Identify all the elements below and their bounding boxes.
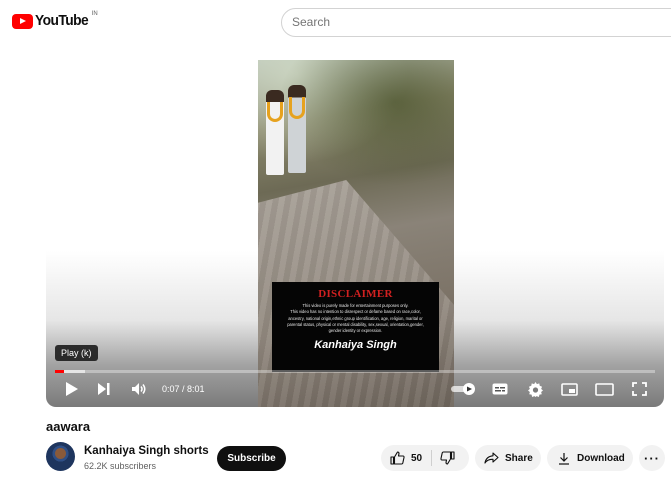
- share-button[interactable]: Share: [475, 445, 541, 471]
- like-button[interactable]: 50: [381, 445, 422, 471]
- youtube-play-icon: [12, 14, 33, 29]
- video-frame[interactable]: DISCLAIMER This video is purely made for…: [258, 60, 454, 407]
- share-icon: [484, 452, 499, 464]
- disclaimer-box: DISCLAIMER This video is purely made for…: [272, 282, 439, 372]
- more-icon: ···: [644, 450, 660, 466]
- miniplayer-icon: [560, 382, 578, 396]
- next-button[interactable]: [94, 378, 114, 400]
- channel-name[interactable]: Kanhaiya Singh shorts: [84, 445, 209, 457]
- disclaimer-line: This video has no intention to disrespec…: [290, 309, 421, 315]
- disclaimer-line: ancestry, national origin,ethnic group i…: [288, 315, 423, 321]
- autoplay-toggle-icon: [451, 383, 475, 395]
- disclaimer-line: gender identity or expression.: [328, 328, 383, 334]
- more-actions-button[interactable]: ···: [639, 445, 665, 471]
- captions-button[interactable]: [489, 378, 511, 400]
- subscriber-count: 62.2K subscribers: [84, 461, 157, 471]
- logo-text: YouTube: [35, 12, 89, 29]
- share-label: Share: [505, 452, 533, 464]
- search-input[interactable]: [292, 15, 652, 29]
- like-dislike-group: 50: [381, 445, 469, 471]
- video-title: aawara: [46, 419, 91, 434]
- captions-icon: [492, 383, 508, 395]
- search-box[interactable]: [281, 8, 671, 37]
- like-count: 50: [411, 452, 423, 464]
- progress-played: [55, 370, 64, 373]
- theater-button[interactable]: [592, 378, 616, 400]
- disclaimer-title: DISCLAIMER: [318, 288, 393, 300]
- next-icon: [98, 383, 110, 395]
- download-label: Download: [577, 452, 625, 464]
- volume-icon: [132, 383, 146, 395]
- play-icon: [66, 382, 78, 396]
- video-player[interactable]: DISCLAIMER This video is purely made for…: [46, 60, 664, 407]
- channel-avatar[interactable]: [46, 442, 75, 471]
- play-button[interactable]: [62, 378, 82, 400]
- fullscreen-button[interactable]: [628, 378, 650, 400]
- fullscreen-icon: [631, 382, 647, 396]
- country-code: IN: [91, 11, 98, 17]
- youtube-logo[interactable]: YouTube IN: [12, 11, 98, 29]
- play-tooltip: Play (k): [55, 345, 98, 361]
- theater-icon: [594, 382, 614, 396]
- disclaimer-signature: Kanhaiya Singh: [314, 339, 397, 352]
- miniplayer-button[interactable]: [558, 378, 580, 400]
- progress-bar[interactable]: [55, 370, 655, 373]
- download-button[interactable]: Download: [547, 445, 633, 471]
- time-display: 0:07 / 8:01: [162, 384, 205, 394]
- gear-icon: [527, 381, 543, 397]
- subscribe-button[interactable]: Subscribe: [217, 446, 286, 471]
- download-icon: [559, 452, 569, 465]
- dislike-button[interactable]: [432, 445, 455, 471]
- thumbs-up-icon: [390, 451, 405, 465]
- video-garland: [289, 97, 305, 119]
- volume-button[interactable]: [128, 378, 150, 400]
- thumbs-down-icon: [440, 451, 455, 465]
- autoplay-toggle[interactable]: [450, 378, 478, 400]
- video-garland: [267, 102, 283, 122]
- settings-button[interactable]: [524, 378, 546, 400]
